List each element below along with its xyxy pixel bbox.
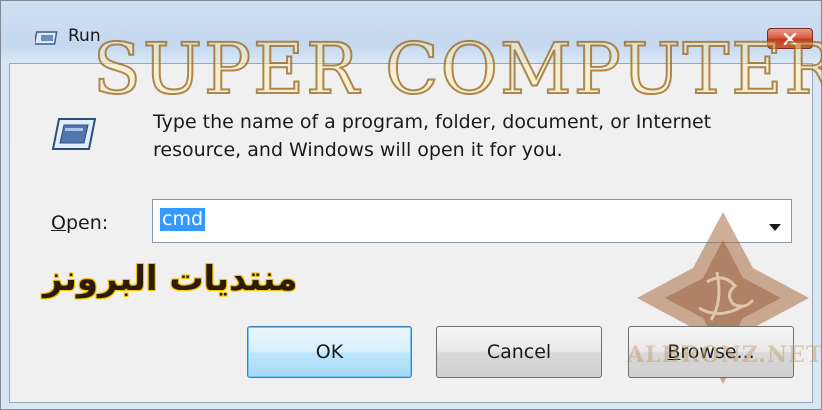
ok-button[interactable]: OK (247, 326, 412, 378)
close-icon (783, 32, 797, 45)
run-description: Type the name of a program, folder, docu… (153, 111, 712, 161)
cancel-button[interactable]: Cancel (436, 326, 602, 378)
open-label-accelerator: O (51, 212, 66, 234)
run-dialog: Run Type the name of a program, folder, … (0, 0, 822, 410)
chevron-down-icon[interactable] (769, 217, 781, 231)
run-icon (33, 30, 59, 46)
browse-button[interactable]: Browse... (628, 326, 794, 378)
open-label-text: pen: (65, 212, 109, 234)
browse-accelerator: B (667, 341, 681, 363)
close-button[interactable] (767, 28, 813, 49)
open-input[interactable]: cmd (160, 208, 206, 231)
run-program-icon (51, 115, 97, 153)
open-combobox[interactable]: cmd (152, 199, 792, 243)
title-bar[interactable]: Run (1, 1, 821, 65)
open-label: Open: (51, 212, 108, 234)
window-title: Run (68, 26, 101, 46)
browse-label: rowse... (680, 341, 755, 363)
